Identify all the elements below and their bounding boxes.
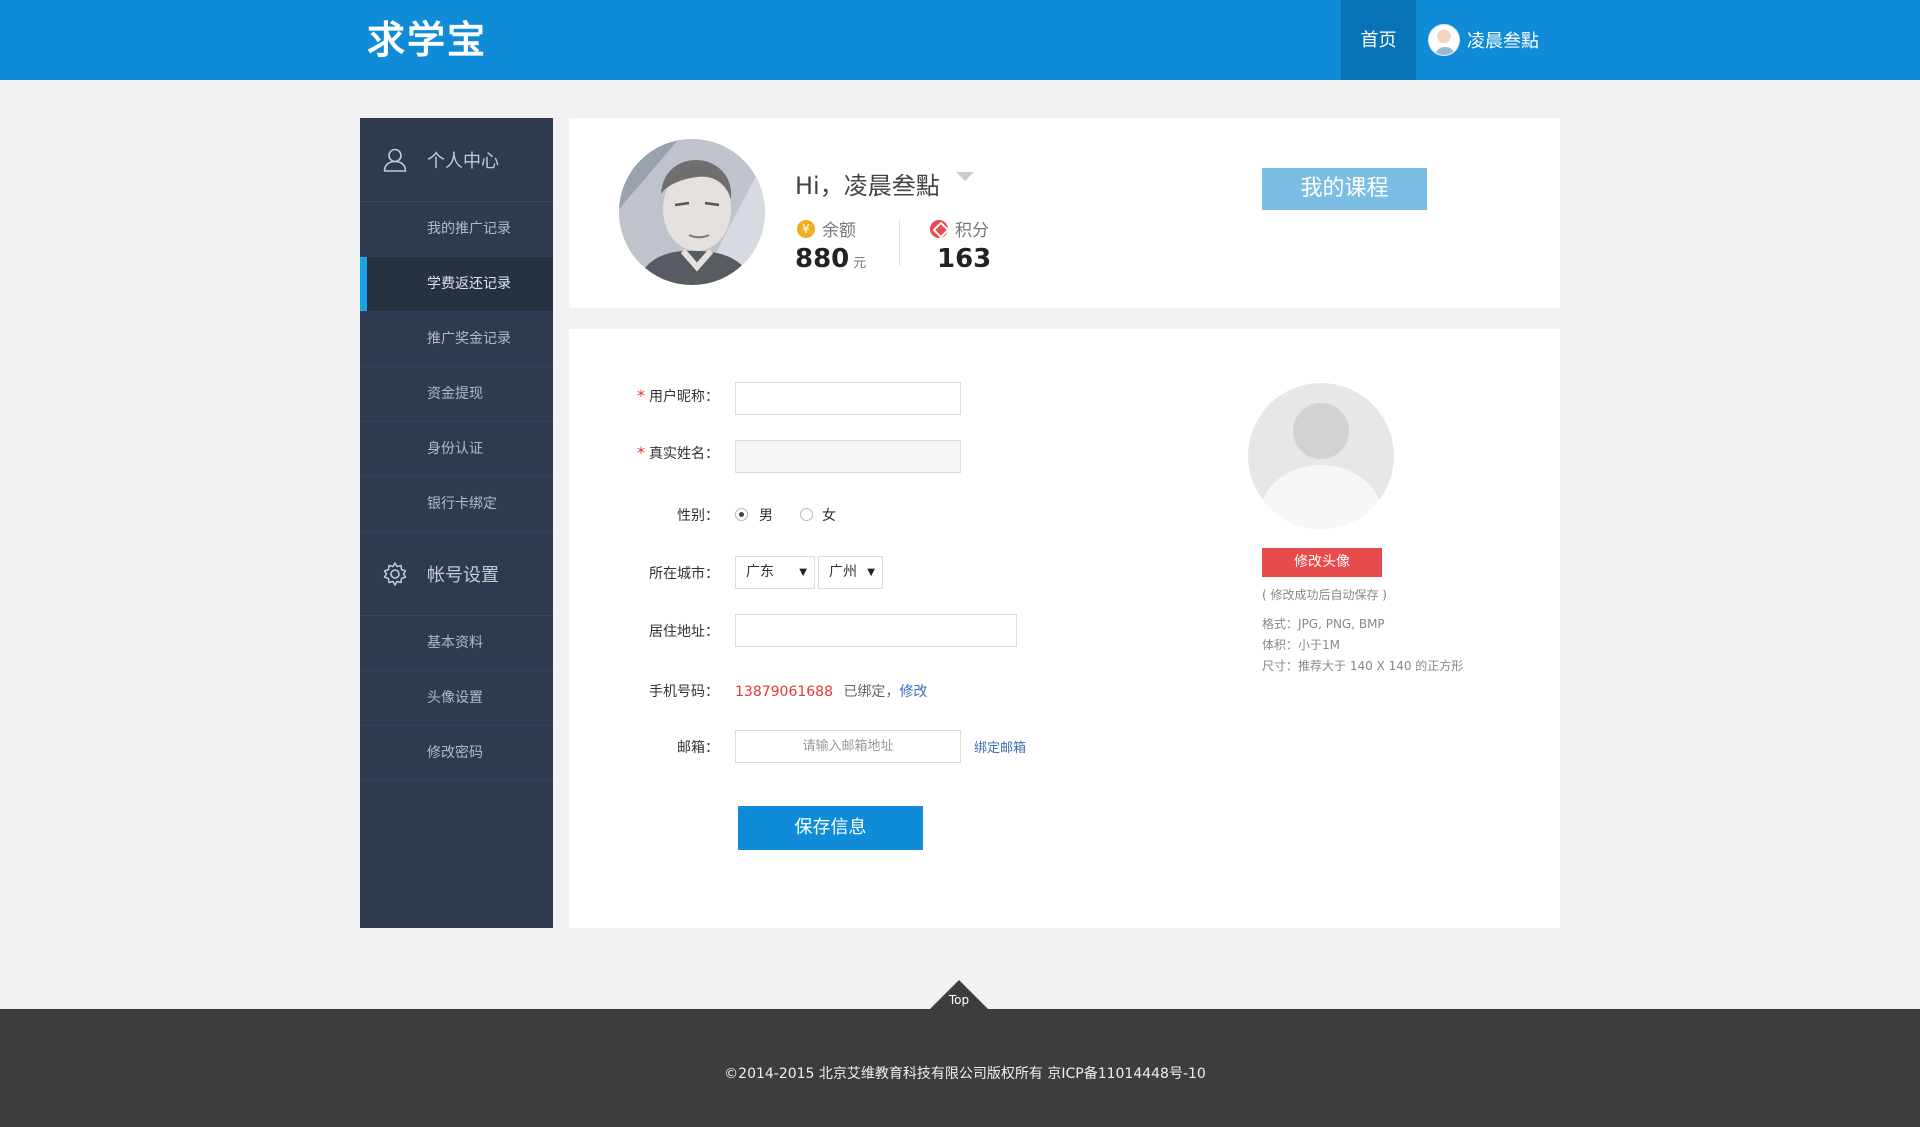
province-select[interactable]: 广东 ▼	[735, 556, 815, 589]
realname-input[interactable]	[735, 440, 961, 473]
sidebar-item-promotion-bonus-records[interactable]: 推广奖金记录	[360, 312, 553, 367]
dropdown-arrow-icon: ▼	[799, 567, 807, 578]
nickname-label: * 用户昵称：	[637, 386, 719, 405]
gender-female-label: 女	[822, 508, 836, 524]
sidebar-item-bank-card-binding[interactable]: 银行卡绑定	[360, 477, 553, 532]
stat-divider	[899, 220, 900, 266]
profile-summary-card: Hi，凌晨叁點 ¥ 余额 880 元 积分 163 我的课程	[569, 118, 1560, 308]
address-label: 居住地址：	[649, 624, 719, 640]
sidebar-section-personal-center: 个人中心	[360, 118, 553, 202]
gender-male-label: 男	[759, 508, 773, 524]
sidebar-item-withdraw[interactable]: 资金提现	[360, 367, 553, 422]
points-label: 积分	[955, 221, 989, 241]
nickname-input[interactable]	[735, 382, 961, 415]
sidebar-item-basic-info[interactable]: 基本资料	[360, 616, 553, 671]
sidebar-item-avatar-settings[interactable]: 头像设置	[360, 671, 553, 726]
phone-bound-status: 已绑定，	[843, 684, 900, 700]
phone-info: 13879061688 已绑定，修改	[735, 681, 927, 701]
sidebar-item-identity-verification[interactable]: 身份认证	[360, 422, 553, 477]
gender-label: 性别：	[677, 508, 719, 524]
balance-value-group: 880 元	[795, 244, 866, 274]
phone-label: 手机号码：	[649, 684, 719, 700]
sidebar-item-tuition-refund-records[interactable]: 学费返还记录	[360, 257, 553, 312]
user-menu[interactable]: 凌晨叁點	[1428, 0, 1539, 80]
bind-email-link[interactable]: 绑定邮箱	[974, 737, 1026, 756]
page-footer: ©2014-2015 北京艾维教育科技有限公司版权所有 京ICP备1101444…	[0, 1009, 1920, 1127]
save-info-button[interactable]: 保存信息	[738, 806, 923, 850]
nav-home-link[interactable]: 首页	[1341, 0, 1416, 80]
modify-phone-link[interactable]: 修改	[899, 684, 927, 700]
sidebar-item-promotion-records[interactable]: 我的推广记录	[360, 202, 553, 257]
sidebar-section-account-settings: 帐号设置	[360, 532, 553, 616]
required-mark: *	[637, 386, 645, 405]
user-icon	[383, 148, 407, 172]
avatar-placeholder-body	[1260, 465, 1382, 529]
balance-unit: 元	[853, 256, 867, 271]
user-avatar	[1428, 24, 1460, 56]
yuan-coin-icon: ¥	[797, 219, 815, 238]
gender-female-radio[interactable]	[800, 508, 813, 521]
phone-number: 13879061688	[735, 684, 833, 700]
email-label: 邮箱：	[677, 740, 719, 756]
balance-value: 880	[795, 244, 850, 274]
username-label: 凌晨叁點	[1467, 31, 1539, 52]
balance-label-group: ¥ 余额	[797, 216, 856, 241]
email-input[interactable]: 请输入邮箱地址	[735, 730, 961, 763]
dropdown-arrow-icon: ▼	[867, 567, 875, 578]
greeting-text: Hi，凌晨叁點	[795, 172, 940, 200]
site-logo[interactable]: 求学宝	[367, 18, 487, 62]
gear-icon	[383, 561, 407, 586]
auto-save-tip: ( 修改成功后自动保存 )	[1262, 588, 1387, 602]
back-to-top-label[interactable]: Top	[930, 993, 988, 1007]
sidebar-section-title: 个人中心	[427, 150, 499, 172]
realname-label: * 真实姓名：	[637, 443, 719, 462]
city-select[interactable]: 广州 ▼	[818, 556, 883, 589]
profile-avatar	[619, 139, 765, 285]
sidebar: 个人中心 我的推广记录 学费返还记录 推广奖金记录 资金提现 身份认证 银行卡绑…	[360, 118, 553, 928]
sidebar-item-change-password[interactable]: 修改密码	[360, 726, 553, 781]
change-avatar-button[interactable]: 修改头像	[1262, 548, 1382, 577]
top-header: 求学宝 首页 凌晨叁點	[0, 0, 1920, 80]
address-input[interactable]	[735, 614, 1017, 647]
sidebar-section-title: 帐号设置	[427, 564, 499, 586]
city-selected: 广州	[829, 564, 857, 580]
points-value: 163	[937, 244, 992, 274]
size-tip: 体积：小于1M	[1262, 638, 1340, 652]
balance-label: 余额	[822, 221, 856, 241]
province-selected: 广东	[746, 564, 774, 580]
points-label-group: 积分	[930, 216, 989, 241]
gender-male-radio[interactable]	[735, 508, 748, 521]
avatar-placeholder-head	[1289, 399, 1353, 463]
my-courses-button[interactable]: 我的课程	[1262, 168, 1427, 210]
chevron-down-icon[interactable]	[956, 172, 974, 181]
required-mark: *	[637, 443, 645, 462]
copyright-text: ©2014-2015 北京艾维教育科技有限公司版权所有 京ICP备1101444…	[724, 1066, 1206, 1082]
city-label: 所在城市：	[649, 566, 719, 582]
diamond-icon	[930, 219, 948, 238]
format-tip: 格式：JPG, PNG, BMP	[1262, 617, 1385, 631]
avatar-placeholder	[1248, 383, 1394, 529]
dimension-tip: 尺寸：推荐大于 140 X 140 的正方形	[1262, 659, 1464, 673]
basic-info-form: * 用户昵称： * 真实姓名： 性别： 男 女 所在城市： 广东 ▼ 广州 ▼ 居住…	[569, 329, 1560, 928]
